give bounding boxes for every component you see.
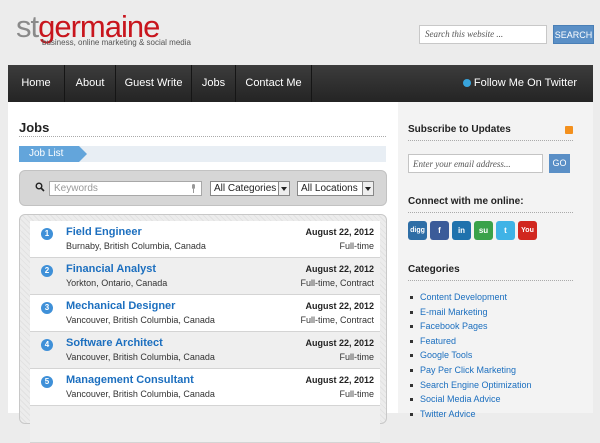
job-number-badge: 5 (41, 376, 53, 388)
job-number-badge: 4 (41, 339, 53, 351)
job-list: 1 Field Engineer Burnaby, British Columb… (19, 214, 387, 443)
nav-about[interactable]: About (65, 65, 116, 102)
tab-arrow-icon (79, 146, 87, 162)
chevron-down-icon (278, 182, 289, 195)
stumbleupon-icon[interactable]: su (474, 221, 493, 240)
job-location: Vancouver, British Columbia, Canada (66, 352, 215, 362)
subscribe-heading: Subscribe to Updates (408, 124, 511, 135)
category-select-value: All Categories (214, 183, 277, 194)
job-type: Full-time (339, 389, 374, 399)
job-title-link[interactable]: Management Consultant (66, 374, 194, 386)
connect-divider (408, 212, 573, 213)
job-type: Full-time, Contract (300, 278, 374, 288)
job-row[interactable]: 2 Financial Analyst Yorkton, Ontario, Ca… (30, 258, 380, 295)
job-date: August 22, 2012 (305, 227, 374, 237)
sidebar: Subscribe to Updates Enter your email ad… (398, 102, 593, 419)
job-row[interactable]: 5 Management Consultant Vancouver, Briti… (30, 369, 380, 406)
follow-twitter-link[interactable]: Follow Me On Twitter (462, 65, 577, 102)
category-link[interactable]: Search Engine Optimization (410, 378, 580, 393)
job-row[interactable]: 4 Software Architect Vancouver, British … (30, 332, 380, 369)
nav-guest-write[interactable]: Guest Write (116, 65, 192, 102)
subscribe-divider (408, 140, 573, 141)
follow-twitter-label: Follow Me On Twitter (473, 77, 577, 89)
job-row[interactable] (30, 406, 380, 443)
keywords-input[interactable]: Keywords (49, 181, 202, 196)
logo-st: st (16, 9, 39, 44)
categories-list: Content Development E-mail Marketing Fac… (410, 290, 580, 421)
microphone-icon[interactable] (191, 184, 196, 193)
job-list-tab-bar: Job List (19, 146, 386, 162)
job-title-link[interactable]: Mechanical Designer (66, 300, 175, 312)
subscribe-go-button[interactable]: GO (549, 154, 570, 173)
location-select[interactable]: All Locations (297, 181, 374, 196)
category-link[interactable]: E-mail Marketing (410, 305, 580, 320)
job-row[interactable]: 3 Mechanical Designer Vancouver, British… (30, 295, 380, 332)
job-title-link[interactable]: Software Architect (66, 337, 163, 349)
category-link[interactable]: Content Development (410, 290, 580, 305)
nav-contact-me[interactable]: Contact Me (236, 65, 312, 102)
facebook-icon[interactable]: f (430, 221, 449, 240)
page-title: Jobs (19, 120, 50, 135)
title-divider (19, 136, 386, 137)
search-icon (35, 182, 45, 192)
rss-icon[interactable] (565, 126, 573, 134)
site-tagline: business, online marketing & social medi… (42, 38, 191, 47)
job-number-badge: 2 (41, 265, 53, 277)
main-nav: Home About Guest Write Jobs Contact Me F… (8, 65, 593, 102)
chevron-down-icon (362, 182, 373, 195)
twitter-icon[interactable]: t (496, 221, 515, 240)
job-title-link[interactable]: Financial Analyst (66, 263, 156, 275)
job-location: Vancouver, British Columbia, Canada (66, 389, 215, 399)
category-select[interactable]: All Categories (210, 181, 290, 196)
job-date: August 22, 2012 (305, 301, 374, 311)
site-logo[interactable]: stgermaine (16, 10, 216, 60)
location-select-value: All Locations (301, 183, 358, 194)
categories-divider (408, 280, 573, 281)
job-row[interactable]: 1 Field Engineer Burnaby, British Columb… (30, 221, 380, 258)
job-date: August 22, 2012 (305, 338, 374, 348)
connect-heading: Connect with me online: (408, 196, 524, 207)
category-link[interactable]: Google Tools (410, 348, 580, 363)
job-date: August 22, 2012 (305, 375, 374, 385)
twitter-bird-icon (462, 79, 471, 88)
tab-job-list[interactable]: Job List (19, 146, 79, 162)
category-link[interactable]: Twitter Advice (410, 407, 580, 422)
category-link[interactable]: Facebook Pages (410, 319, 580, 334)
email-field[interactable]: Enter your email address... (408, 154, 543, 173)
digg-icon[interactable]: digg (408, 221, 427, 240)
job-location: Burnaby, British Columbia, Canada (66, 241, 206, 251)
category-link[interactable]: Pay Per Click Marketing (410, 363, 580, 378)
job-filter-bar: Keywords All Categories All Locations (19, 170, 387, 206)
job-location: Yorkton, Ontario, Canada (66, 278, 168, 288)
nav-home[interactable]: Home (8, 65, 65, 102)
job-type: Full-time (339, 352, 374, 362)
search-button[interactable]: SEARCH (553, 25, 594, 44)
category-link[interactable]: Social Media Advice (410, 392, 580, 407)
nav-jobs[interactable]: Jobs (192, 65, 236, 102)
job-number-badge: 3 (41, 302, 53, 314)
youtube-icon[interactable]: You (518, 221, 537, 240)
search-input[interactable]: Search this website ... (419, 25, 547, 44)
category-link[interactable]: Featured (410, 334, 580, 349)
main-content: Jobs Job List Keywords All Categories Al… (8, 102, 398, 443)
job-date: August 22, 2012 (305, 264, 374, 274)
job-location: Vancouver, British Columbia, Canada (66, 315, 215, 325)
job-type: Full-time, Contract (300, 315, 374, 325)
categories-heading: Categories (408, 264, 460, 275)
linkedin-icon[interactable]: in (452, 221, 471, 240)
job-type: Full-time (339, 241, 374, 251)
site-header: stgermaine business, online marketing & … (0, 0, 600, 64)
job-number-badge: 1 (41, 228, 53, 240)
job-title-link[interactable]: Field Engineer (66, 226, 142, 238)
